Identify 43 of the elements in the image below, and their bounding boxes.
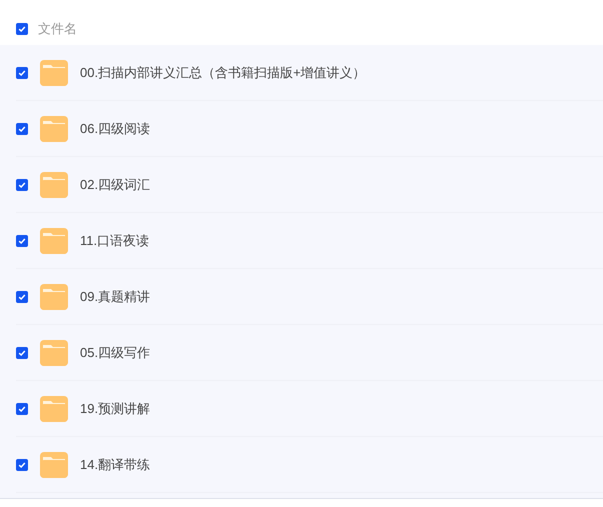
folder-icon <box>40 452 68 478</box>
folder-icon <box>40 60 68 86</box>
file-name: 19.预测讲解 <box>80 400 150 418</box>
checkbox[interactable] <box>16 402 28 414</box>
checkbox[interactable] <box>16 458 28 470</box>
check-icon <box>18 24 26 32</box>
check-icon <box>18 124 26 132</box>
folder-icon <box>40 228 68 254</box>
checkbox[interactable] <box>16 346 28 358</box>
check-icon <box>18 460 26 468</box>
file-row[interactable]: 06.四级阅读 <box>16 101 603 157</box>
file-name: 05.四级写作 <box>80 344 150 362</box>
folder-icon <box>40 172 68 198</box>
folder-icon <box>40 116 68 142</box>
folder-icon <box>40 284 68 310</box>
checkbox[interactable] <box>16 234 28 246</box>
file-row[interactable]: 11.口语夜读 <box>16 213 603 269</box>
check-icon <box>18 68 26 76</box>
check-icon <box>18 348 26 356</box>
file-row[interactable]: 02.四级词汇 <box>16 157 603 213</box>
folder-icon <box>40 340 68 366</box>
file-name: 14.翻译带练 <box>80 456 150 474</box>
folder-icon <box>40 396 68 422</box>
file-row[interactable]: 09.真题精讲 <box>16 269 603 325</box>
checkbox[interactable] <box>16 290 28 302</box>
file-row[interactable]: 14.翻译带练 <box>16 437 603 493</box>
file-row[interactable]: 05.四级写作 <box>16 325 603 381</box>
checkbox[interactable] <box>16 22 28 34</box>
file-row[interactable]: 19.预测讲解 <box>16 381 603 437</box>
checkbox[interactable] <box>16 122 28 134</box>
checkbox[interactable] <box>16 178 28 190</box>
column-header: 文件名 <box>38 20 77 38</box>
check-icon <box>18 236 26 244</box>
check-icon <box>18 404 26 412</box>
check-icon <box>18 292 26 300</box>
file-name: 11.口语夜读 <box>80 232 150 250</box>
file-name: 06.四级阅读 <box>80 120 150 138</box>
check-icon <box>18 180 26 188</box>
file-name: 00.扫描内部讲义汇总（含书籍扫描版+增值讲义） <box>80 64 366 82</box>
file-name: 02.四级词汇 <box>80 176 150 194</box>
file-name: 09.真题精讲 <box>80 288 150 306</box>
file-row[interactable]: 00.扫描内部讲义汇总（含书籍扫描版+增值讲义） <box>16 45 603 101</box>
checkbox[interactable] <box>16 66 28 78</box>
